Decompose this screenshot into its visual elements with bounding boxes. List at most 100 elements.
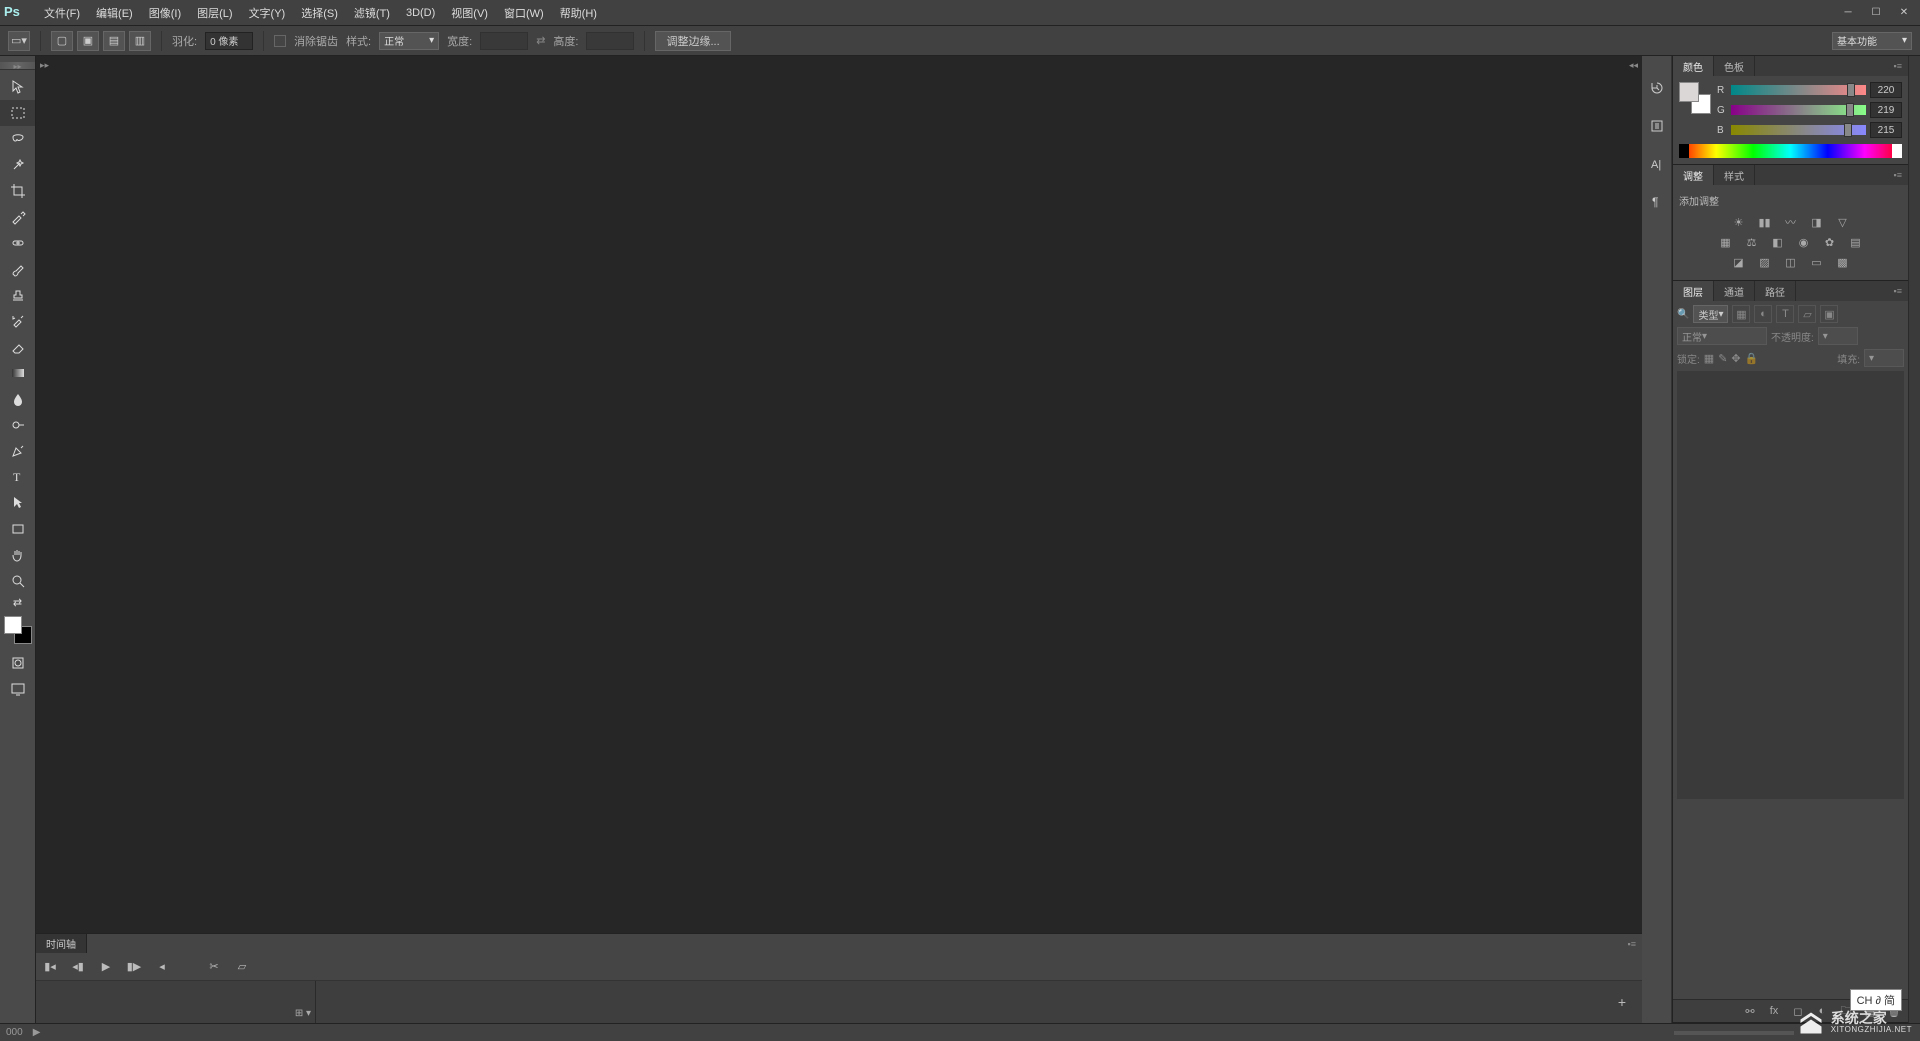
screen-mode-icon[interactable] bbox=[0, 676, 35, 702]
expand-right-icon[interactable]: ◂◂ bbox=[1629, 60, 1638, 71]
filter-type-icon[interactable]: T bbox=[1776, 305, 1794, 323]
photo-filter-icon[interactable]: ◉ bbox=[1795, 234, 1813, 250]
color-fgbg-swatches[interactable] bbox=[1679, 82, 1711, 114]
type-tool-icon[interactable]: T bbox=[0, 464, 35, 490]
swap-colors-icon[interactable]: ⇄ bbox=[0, 594, 35, 610]
workspace-switcher[interactable]: 基本功能▾ bbox=[1832, 32, 1912, 50]
r-slider[interactable] bbox=[1731, 85, 1866, 95]
document-canvas[interactable] bbox=[36, 56, 1642, 933]
layers-panel-menu-icon[interactable]: ▪≡ bbox=[1888, 281, 1908, 301]
hue-sat-icon[interactable]: ▦ bbox=[1717, 234, 1735, 250]
history-panel-icon[interactable] bbox=[1642, 72, 1671, 104]
dodge-tool-icon[interactable] bbox=[0, 412, 35, 438]
black-white-icon[interactable]: ◧ bbox=[1769, 234, 1787, 250]
mini-bridge-slider[interactable] bbox=[1674, 1031, 1794, 1035]
menu-layer[interactable]: 图层(L) bbox=[189, 1, 240, 25]
timeline-transition-icon[interactable]: ▱ bbox=[234, 959, 250, 975]
timeline-tab[interactable]: 时间轴 bbox=[36, 934, 87, 953]
filter-pixel-icon[interactable]: ▦ bbox=[1732, 305, 1750, 323]
toolbox-handle[interactable]: ▸▸ bbox=[0, 62, 35, 70]
menu-view[interactable]: 视图(V) bbox=[443, 1, 496, 25]
blur-tool-icon[interactable] bbox=[0, 386, 35, 412]
gradient-tool-icon[interactable] bbox=[0, 360, 35, 386]
gradient-map-icon[interactable]: ▭ bbox=[1808, 254, 1826, 270]
selective-color-icon[interactable]: ▩ bbox=[1834, 254, 1852, 270]
zoom-tool-icon[interactable] bbox=[0, 568, 35, 594]
hand-tool-icon[interactable] bbox=[0, 542, 35, 568]
pen-tool-icon[interactable] bbox=[0, 438, 35, 464]
history-brush-tool-icon[interactable] bbox=[0, 308, 35, 334]
curves-icon[interactable]: 〰 bbox=[1782, 214, 1800, 230]
posterize-icon[interactable]: ▨ bbox=[1756, 254, 1774, 270]
styles-tab[interactable]: 样式 bbox=[1714, 165, 1755, 185]
r-value[interactable]: 220 bbox=[1870, 82, 1902, 98]
layers-tab[interactable]: 图层 bbox=[1673, 281, 1714, 301]
marquee-tool-icon[interactable] bbox=[0, 100, 35, 126]
color-tab[interactable]: 颜色 bbox=[1673, 56, 1714, 76]
timeline-options-icon[interactable]: ⊞ ▾ bbox=[295, 1008, 311, 1019]
adjustments-panel-menu-icon[interactable]: ▪≡ bbox=[1888, 165, 1908, 185]
g-slider[interactable] bbox=[1731, 105, 1866, 115]
levels-icon[interactable]: ▮▮ bbox=[1756, 214, 1774, 230]
channels-tab[interactable]: 通道 bbox=[1714, 281, 1755, 301]
magic-wand-tool-icon[interactable] bbox=[0, 152, 35, 178]
timeline-next-frame-icon[interactable]: ▮▶ bbox=[126, 959, 142, 975]
filter-adjust-icon[interactable]: ◐ bbox=[1754, 305, 1772, 323]
menu-type[interactable]: 文字(Y) bbox=[241, 1, 294, 25]
channel-mixer-icon[interactable]: ✿ bbox=[1821, 234, 1839, 250]
healing-tool-icon[interactable] bbox=[0, 230, 35, 256]
timeline-cut-icon[interactable]: ✂ bbox=[206, 959, 222, 975]
tool-preset-picker[interactable]: ▭▾ bbox=[8, 31, 30, 51]
layer-filter-kind[interactable]: 类型 ▾ bbox=[1693, 305, 1728, 323]
paths-tab[interactable]: 路径 bbox=[1755, 281, 1796, 301]
close-button[interactable]: ✕ bbox=[1892, 5, 1916, 21]
vibrance-icon[interactable]: ▽ bbox=[1834, 214, 1852, 230]
color-spectrum[interactable] bbox=[1679, 144, 1902, 158]
feather-input[interactable]: 0 像素 bbox=[205, 32, 253, 50]
move-tool-icon[interactable] bbox=[0, 74, 35, 100]
menu-select[interactable]: 选择(S) bbox=[293, 1, 346, 25]
menu-help[interactable]: 帮助(H) bbox=[552, 1, 605, 25]
layer-list[interactable] bbox=[1677, 371, 1904, 799]
eyedropper-tool-icon[interactable] bbox=[0, 204, 35, 230]
link-layers-icon[interactable]: ⚯ bbox=[1742, 1004, 1758, 1018]
timeline-panel-menu-icon[interactable]: ▪≡ bbox=[1622, 934, 1642, 953]
menu-filter[interactable]: 滤镜(T) bbox=[346, 1, 398, 25]
paragraph-panel-icon[interactable]: ¶ bbox=[1642, 186, 1671, 218]
timeline-add-icon[interactable]: + bbox=[1618, 994, 1626, 1010]
color-panel-menu-icon[interactable]: ▪≡ bbox=[1888, 56, 1908, 76]
color-balance-icon[interactable]: ⚖ bbox=[1743, 234, 1761, 250]
threshold-icon[interactable]: ◫ bbox=[1782, 254, 1800, 270]
brightness-contrast-icon[interactable]: ☀ bbox=[1730, 214, 1748, 230]
path-select-tool-icon[interactable] bbox=[0, 490, 35, 516]
swatches-tab[interactable]: 色板 bbox=[1714, 56, 1755, 76]
selection-add-icon[interactable]: ▣ bbox=[77, 31, 99, 51]
b-value[interactable]: 215 bbox=[1870, 122, 1902, 138]
style-select[interactable]: 正常▾ bbox=[379, 32, 439, 50]
timeline-play-icon[interactable]: ▶ bbox=[98, 959, 114, 975]
quick-mask-icon[interactable] bbox=[0, 650, 35, 676]
brush-tool-icon[interactable] bbox=[0, 256, 35, 282]
selection-subtract-icon[interactable]: ▤ bbox=[103, 31, 125, 51]
rectangle-tool-icon[interactable] bbox=[0, 516, 35, 542]
expand-left-icon[interactable]: ▸▸ bbox=[40, 60, 49, 71]
g-value[interactable]: 219 bbox=[1870, 102, 1902, 118]
timeline-first-frame-icon[interactable]: ▮◂ bbox=[42, 959, 58, 975]
character-panel-icon[interactable]: A| bbox=[1642, 148, 1671, 180]
b-slider[interactable] bbox=[1731, 125, 1866, 135]
menu-edit[interactable]: 编辑(E) bbox=[88, 1, 141, 25]
properties-panel-icon[interactable] bbox=[1642, 110, 1671, 142]
menu-3d[interactable]: 3D(D) bbox=[398, 3, 443, 23]
refine-edge-button[interactable]: 调整边缘... bbox=[655, 31, 730, 51]
menu-window[interactable]: 窗口(W) bbox=[496, 1, 552, 25]
exposure-icon[interactable]: ◨ bbox=[1808, 214, 1826, 230]
filter-shape-icon[interactable]: ▱ bbox=[1798, 305, 1816, 323]
lasso-tool-icon[interactable] bbox=[0, 126, 35, 152]
timeline-prev-frame-icon[interactable]: ◂▮ bbox=[70, 959, 86, 975]
adjustments-tab[interactable]: 调整 bbox=[1673, 165, 1714, 185]
right-dock-scrollbar[interactable] bbox=[1908, 56, 1920, 1023]
menu-image[interactable]: 图像(I) bbox=[141, 1, 189, 25]
crop-tool-icon[interactable] bbox=[0, 178, 35, 204]
eraser-tool-icon[interactable] bbox=[0, 334, 35, 360]
selection-new-icon[interactable]: ▢ bbox=[51, 31, 73, 51]
